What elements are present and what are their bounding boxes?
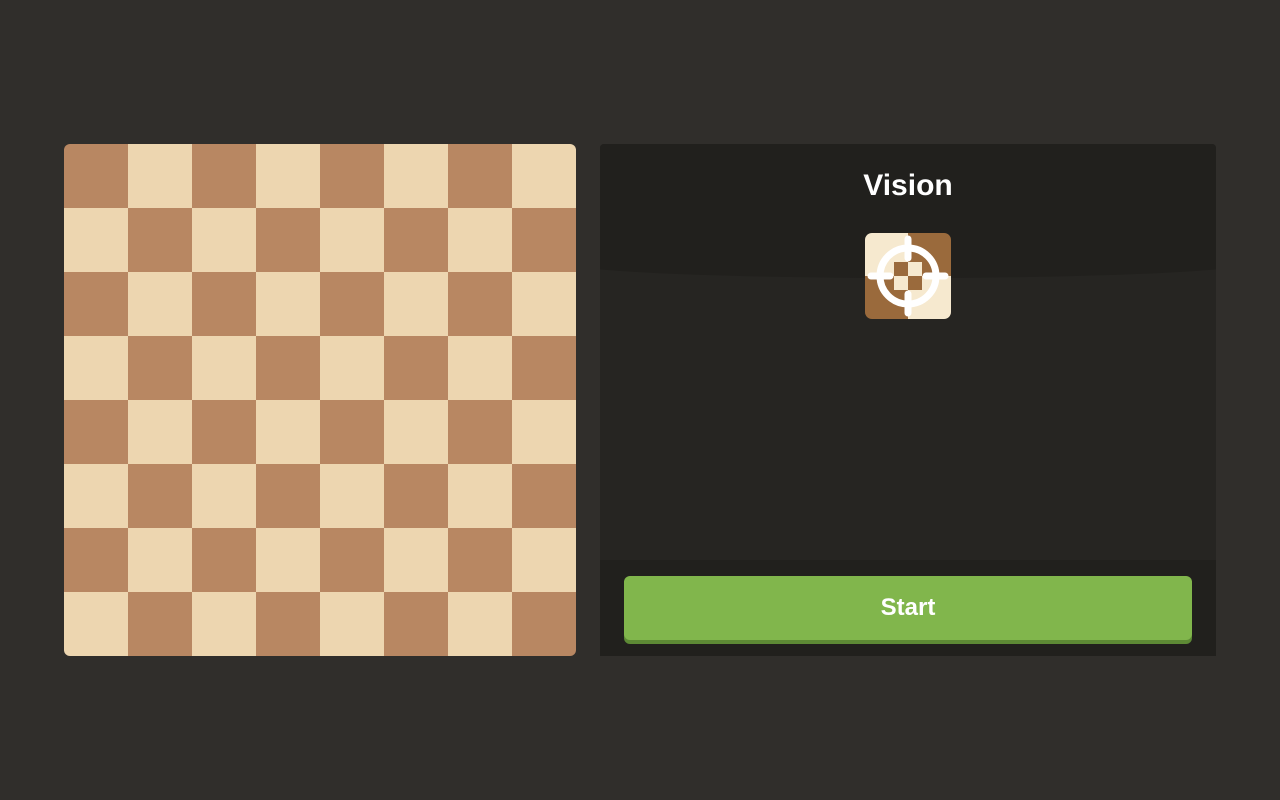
board-square-a3[interactable]: [64, 464, 128, 528]
board-square-g4[interactable]: [448, 400, 512, 464]
board-square-d6[interactable]: [256, 272, 320, 336]
board-square-b4[interactable]: [128, 400, 192, 464]
board-square-g2[interactable]: [448, 528, 512, 592]
vision-trainer-screen: Vision Start: [0, 0, 1280, 800]
board-square-a2[interactable]: [64, 528, 128, 592]
board-square-a8[interactable]: [64, 144, 128, 208]
board-square-e2[interactable]: [320, 528, 384, 592]
board-square-f8[interactable]: [384, 144, 448, 208]
board-square-h5[interactable]: [512, 336, 576, 400]
board-square-b7[interactable]: [128, 208, 192, 272]
board-square-c6[interactable]: [192, 272, 256, 336]
board-square-a7[interactable]: [64, 208, 128, 272]
board-square-e5[interactable]: [320, 336, 384, 400]
board-square-d4[interactable]: [256, 400, 320, 464]
board-square-e1[interactable]: [320, 592, 384, 656]
board-square-b8[interactable]: [128, 144, 192, 208]
board-square-c5[interactable]: [192, 336, 256, 400]
board-square-a6[interactable]: [64, 272, 128, 336]
board-square-a1[interactable]: [64, 592, 128, 656]
board-square-b2[interactable]: [128, 528, 192, 592]
board-square-c4[interactable]: [192, 400, 256, 464]
board-square-h8[interactable]: [512, 144, 576, 208]
board-square-e7[interactable]: [320, 208, 384, 272]
board-square-b1[interactable]: [128, 592, 192, 656]
board-square-b3[interactable]: [128, 464, 192, 528]
board-square-h6[interactable]: [512, 272, 576, 336]
board-square-g3[interactable]: [448, 464, 512, 528]
board-square-f7[interactable]: [384, 208, 448, 272]
board-square-c8[interactable]: [192, 144, 256, 208]
board-square-a5[interactable]: [64, 336, 128, 400]
board-square-f6[interactable]: [384, 272, 448, 336]
crosshair-target-icon: [865, 233, 951, 319]
board-square-g8[interactable]: [448, 144, 512, 208]
board-square-c2[interactable]: [192, 528, 256, 592]
board-square-a4[interactable]: [64, 400, 128, 464]
board-square-e6[interactable]: [320, 272, 384, 336]
board-square-d2[interactable]: [256, 528, 320, 592]
board-square-f2[interactable]: [384, 528, 448, 592]
board-square-c7[interactable]: [192, 208, 256, 272]
chess-board[interactable]: [64, 144, 576, 656]
board-square-h1[interactable]: [512, 592, 576, 656]
board-square-f1[interactable]: [384, 592, 448, 656]
side-panel: Vision Start: [600, 144, 1216, 656]
board-square-c1[interactable]: [192, 592, 256, 656]
board-square-e4[interactable]: [320, 400, 384, 464]
board-square-g5[interactable]: [448, 336, 512, 400]
board-square-d8[interactable]: [256, 144, 320, 208]
board-square-d5[interactable]: [256, 336, 320, 400]
board-square-h3[interactable]: [512, 464, 576, 528]
board-square-g1[interactable]: [448, 592, 512, 656]
board-square-d7[interactable]: [256, 208, 320, 272]
board-square-g7[interactable]: [448, 208, 512, 272]
board-square-b6[interactable]: [128, 272, 192, 336]
board-square-e3[interactable]: [320, 464, 384, 528]
board-square-e8[interactable]: [320, 144, 384, 208]
board-square-h4[interactable]: [512, 400, 576, 464]
board-square-f5[interactable]: [384, 336, 448, 400]
page-title: Vision: [863, 169, 953, 202]
board-square-h2[interactable]: [512, 528, 576, 592]
board-square-b5[interactable]: [128, 336, 192, 400]
board-square-h7[interactable]: [512, 208, 576, 272]
board-square-c3[interactable]: [192, 464, 256, 528]
board-square-f3[interactable]: [384, 464, 448, 528]
board-square-d3[interactable]: [256, 464, 320, 528]
start-button[interactable]: Start: [624, 576, 1192, 640]
board-square-d1[interactable]: [256, 592, 320, 656]
board-square-f4[interactable]: [384, 400, 448, 464]
board-square-g6[interactable]: [448, 272, 512, 336]
